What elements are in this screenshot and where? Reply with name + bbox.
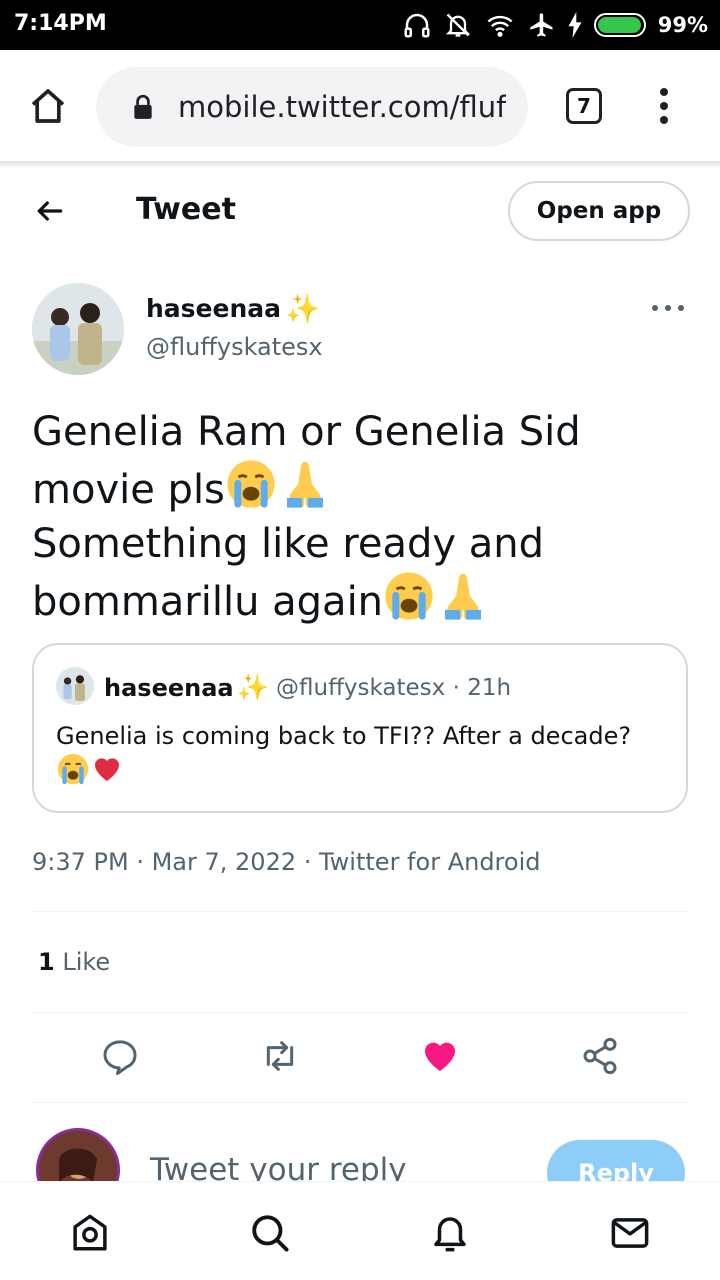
sparkles-emoji: ✨ [285,292,320,325]
address-bar[interactable]: mobile.twitter.com/fluf [96,67,528,147]
url-text: mobile.twitter.com/fluf [178,90,507,124]
author-avatar[interactable] [32,283,124,375]
tweet-text-line: movie pls [32,467,225,513]
share-icon[interactable] [580,1036,620,1076]
divider [32,911,688,912]
battery-percent: 99% [657,13,708,37]
quoted-author-name: haseenaa ✨ [104,673,269,703]
author-handle[interactable]: @fluffyskatesx [146,333,323,361]
reply-icon[interactable] [100,1036,140,1076]
headphones-icon [404,13,430,38]
retweet-icon[interactable] [260,1036,300,1076]
status-bar: 7:14PM 99% [0,0,720,50]
bell-off-icon [445,13,470,37]
toolbar-shadow [0,161,720,169]
loudly-crying-emoji-icon [385,572,433,620]
home-nav-icon[interactable] [69,1212,111,1254]
battery-icon [593,13,646,37]
search-nav-icon[interactable] [249,1212,291,1254]
author-name-text: haseenaa [146,294,281,323]
quoted-author-avatar [56,667,94,705]
tweet-text-line: Genelia Ram or Genelia Sid [32,409,581,455]
notifications-nav-icon[interactable] [429,1212,471,1254]
like-count-number: 1 [38,948,55,976]
page-title: Tweet [136,192,236,227]
tabs-icon[interactable]: 7 [566,88,602,124]
loudly-crying-emoji-icon [57,753,89,785]
status-time: 7:14PM [14,11,107,36]
like-count-label: Like [62,948,111,976]
tweet-text: Genelia Ram or Genelia Sid movie pls Som… [32,405,682,629]
loudly-crying-emoji-icon [227,460,275,508]
messages-nav-icon[interactable] [609,1212,651,1254]
quoted-tweet-meta: @fluffyskatesx · 21h [276,675,512,701]
quoted-tweet-text: Genelia is coming back to TFI?? After a … [56,719,666,788]
charging-icon [568,12,582,38]
tab-count: 7 [577,94,591,118]
quoted-tweet[interactable]: haseenaa ✨ @fluffyskatesx · 21h Genelia … [32,643,688,813]
home-icon[interactable] [28,86,68,126]
folded-hands-emoji-icon [444,573,482,620]
back-arrow-icon[interactable] [34,195,66,227]
airplane-icon [530,13,553,37]
tweet-timestamp[interactable]: 9:37 PM · Mar 7, 2022 · Twitter for Andr… [32,848,540,876]
folded-hands-emoji-icon [286,461,323,508]
tweet-text-line: Something like ready and [32,521,545,567]
browser-toolbar: mobile.twitter.com/fluf 7 [0,50,720,162]
tweet-text-line: bommarillu again [32,579,384,625]
like-count[interactable]: 1 Like [38,948,110,976]
author-name[interactable]: haseenaa ✨ [146,292,320,325]
quoted-tweet-text-content: Genelia is coming back to TFI?? After a … [56,722,632,750]
divider [32,1012,688,1013]
battery-fill [597,17,642,33]
open-app-button[interactable]: Open app [508,181,690,241]
divider [32,1102,688,1103]
more-options-icon[interactable] [652,300,684,316]
lock-icon [134,94,152,119]
like-icon[interactable] [420,1036,460,1076]
menu-icon[interactable] [652,88,676,124]
quoted-author-name-text: haseenaa [104,674,234,702]
sparkles-emoji: ✨ [236,673,269,703]
red-heart-emoji-icon [95,758,119,781]
wifi-icon [487,15,513,37]
bottom-navigation [0,1181,720,1280]
